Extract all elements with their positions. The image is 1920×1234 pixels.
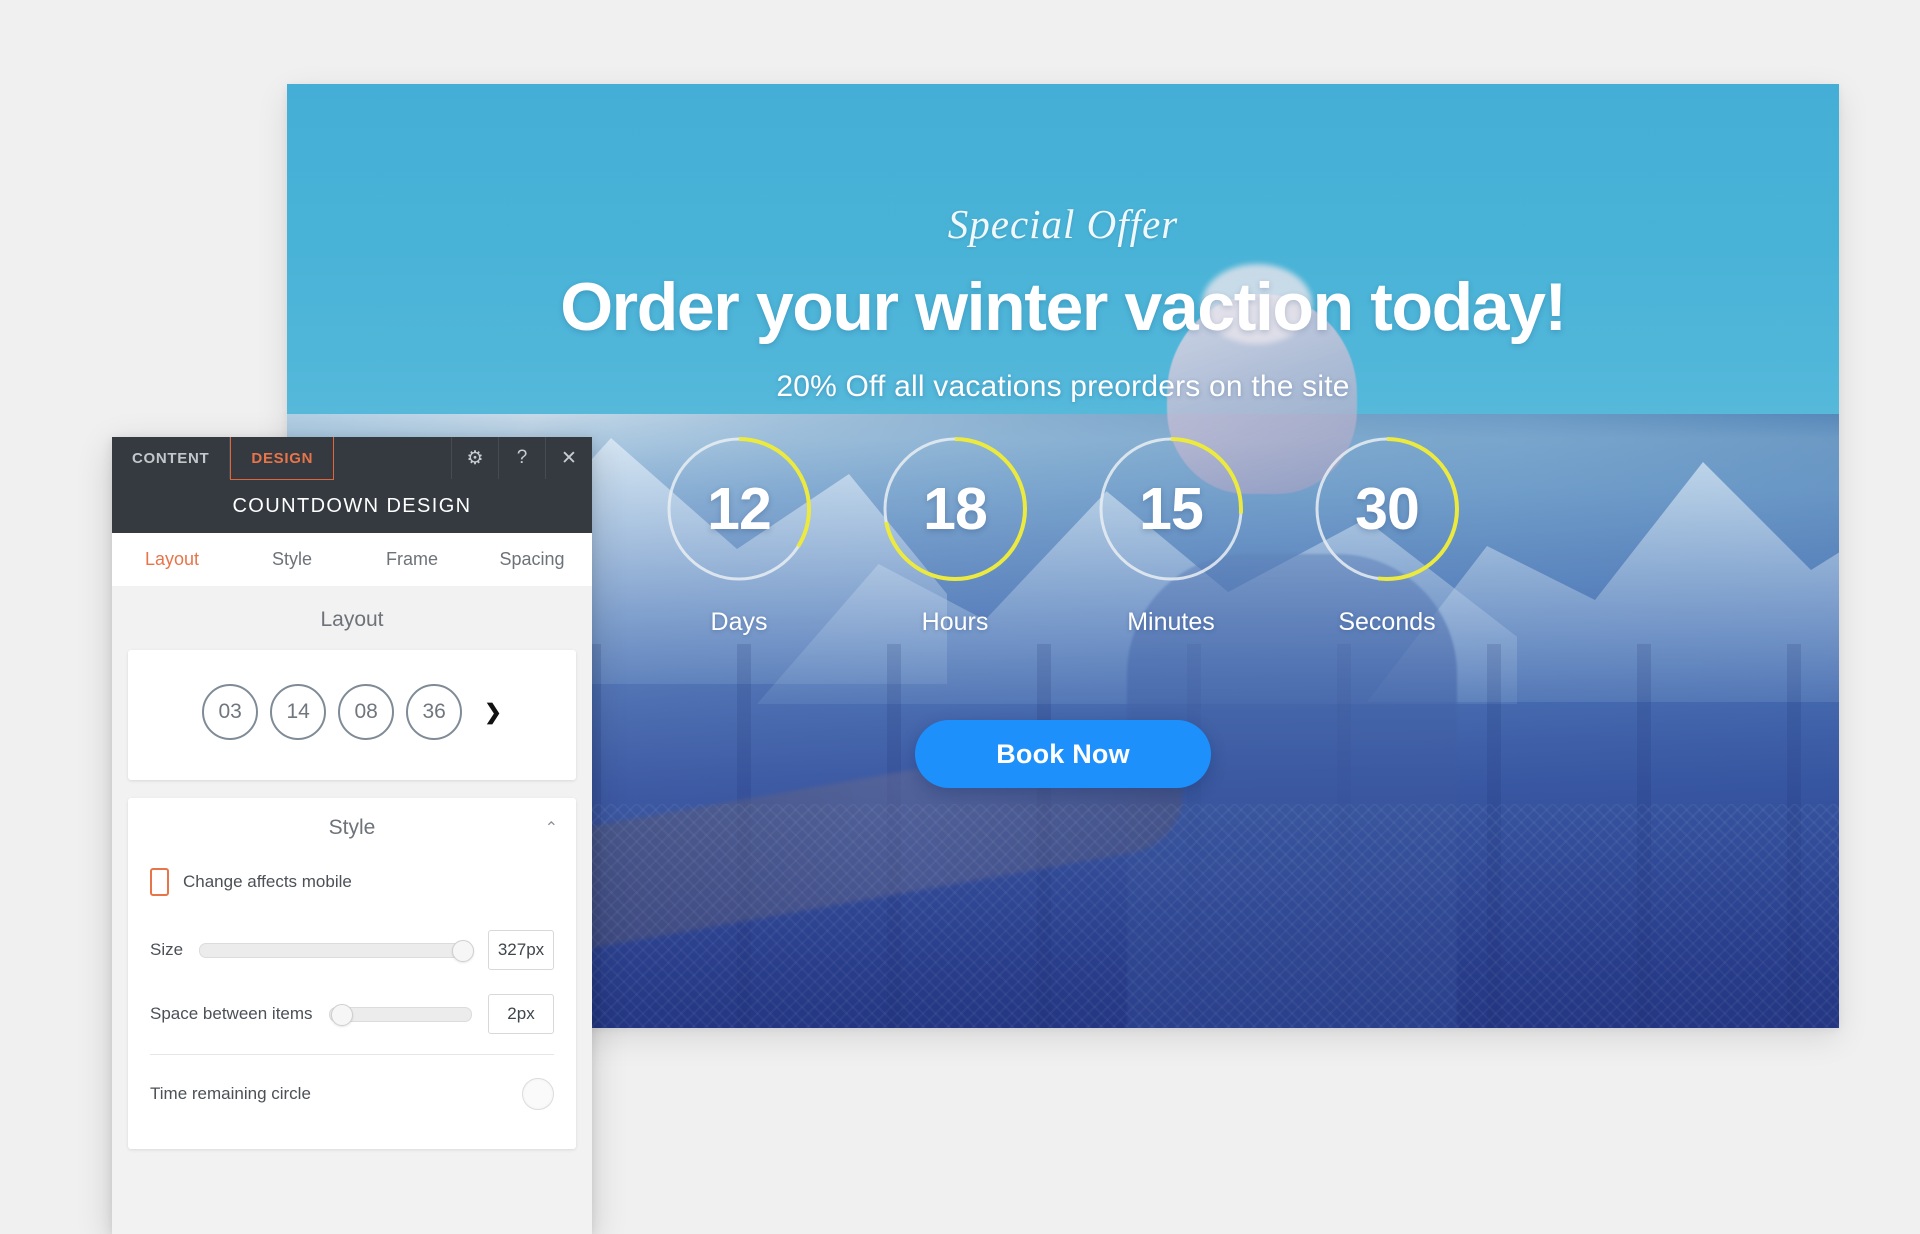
countdown-value: 15	[1139, 476, 1204, 542]
size-label: Size	[150, 940, 184, 959]
countdown-label: Minutes	[1127, 608, 1215, 636]
mobile-phone-icon	[150, 868, 169, 896]
layout-preview-circle[interactable]: 36	[406, 684, 463, 740]
countdown-item: 18 Hours	[868, 432, 1042, 637]
change-affects-mobile-note: Change affects mobile	[150, 854, 554, 918]
countdown-item: 30 Seconds	[1300, 432, 1474, 637]
space-between-slider-thumb[interactable]	[331, 1004, 354, 1026]
countdown-value: 12	[707, 476, 772, 542]
panel-body: Layout 03 14 08 36 ❯ Style ⌃ Change affects …	[112, 586, 592, 1234]
countdown-label: Seconds	[1338, 608, 1436, 636]
style-section-heading: Style	[328, 816, 376, 839]
help-icon[interactable]: ?	[499, 437, 546, 479]
countdown-design-panel: CONTENT DESIGN ⚙ ? ✕ COUNTDOWN DESIGN La…	[112, 437, 592, 1234]
countdown-ring: 18	[878, 432, 1032, 586]
size-slider-track	[199, 942, 472, 958]
countdown-item: 12 Days	[652, 432, 826, 637]
tab-style[interactable]: Style	[232, 549, 352, 570]
style-section-card: Style ⌃ Change affects mobile Size 327px	[128, 798, 576, 1149]
panel-title: COUNTDOWN DESIGN	[112, 479, 592, 533]
chevron-right-icon[interactable]: ❯	[484, 700, 502, 725]
countdown-value: 30	[1355, 476, 1420, 542]
mobile-note-label: Change affects mobile	[183, 872, 352, 891]
close-icon[interactable]: ✕	[546, 437, 592, 479]
active-tab-pointer	[159, 569, 185, 581]
size-slider-thumb[interactable]	[452, 940, 474, 962]
space-between-control-row: Space between items 2px	[150, 982, 554, 1046]
size-slider[interactable]	[199, 940, 474, 962]
hero-subheadline: 20% Off all vacations preorders on the s…	[776, 370, 1350, 403]
settings-divider	[150, 1054, 554, 1055]
layout-preview-circle[interactable]: 08	[338, 684, 395, 740]
chevron-up-icon[interactable]: ⌃	[545, 818, 558, 838]
topbar-spacer	[334, 437, 452, 479]
layout-preview-circle[interactable]: 14	[270, 684, 327, 740]
hero-eyebrow-text: Special Offer	[947, 201, 1179, 247]
time-remaining-circle-toggle[interactable]	[522, 1078, 554, 1110]
book-now-button[interactable]: Book Now	[915, 720, 1211, 788]
space-between-value-field[interactable]: 2px	[488, 994, 554, 1034]
style-section-header: Style ⌃	[128, 798, 576, 848]
time-remaining-circle-row: Time remaining circle	[150, 1063, 554, 1125]
countdown-ring: 30	[1310, 432, 1464, 586]
top-tab-content[interactable]: CONTENT	[112, 437, 231, 479]
layout-preview-row[interactable]: 03 14 08 36 ❯	[128, 650, 576, 780]
time-remaining-circle-label: Time remaining circle	[150, 1084, 311, 1103]
top-tab-design[interactable]: DESIGN	[230, 437, 335, 480]
countdown-value: 18	[923, 476, 988, 542]
layout-preview-card: 03 14 08 36 ❯	[128, 650, 576, 780]
panel-top-tabbar: CONTENT DESIGN ⚙ ? ✕	[112, 437, 592, 480]
tab-layout-label: Layout	[144, 549, 200, 569]
layout-preview-circle[interactable]: 03	[202, 684, 259, 740]
tab-spacing[interactable]: Spacing	[472, 549, 592, 570]
gear-icon[interactable]: ⚙	[452, 437, 499, 479]
size-value-field[interactable]: 327px	[488, 930, 554, 970]
tab-layout[interactable]: Layout	[112, 549, 232, 581]
countdown-label: Days	[710, 608, 768, 636]
tab-frame[interactable]: Frame	[352, 549, 472, 570]
style-controls: Change affects mobile Size 327px Space b…	[128, 848, 576, 1149]
space-between-slider[interactable]	[328, 1004, 472, 1026]
countdown-ring: 12	[662, 432, 816, 586]
panel-tab-bar: Layout Style Frame Spacing	[112, 533, 592, 586]
layout-section-heading: Layout	[320, 608, 384, 631]
size-control-row: Size 327px	[150, 918, 554, 982]
countdown-item: 15 Minutes	[1084, 432, 1258, 637]
hero-headline: Order your winter vaction today!	[560, 269, 1567, 345]
countdown-label: Hours	[921, 608, 989, 636]
countdown-ring: 15	[1094, 432, 1248, 586]
space-between-label: Space between items	[150, 1004, 313, 1023]
